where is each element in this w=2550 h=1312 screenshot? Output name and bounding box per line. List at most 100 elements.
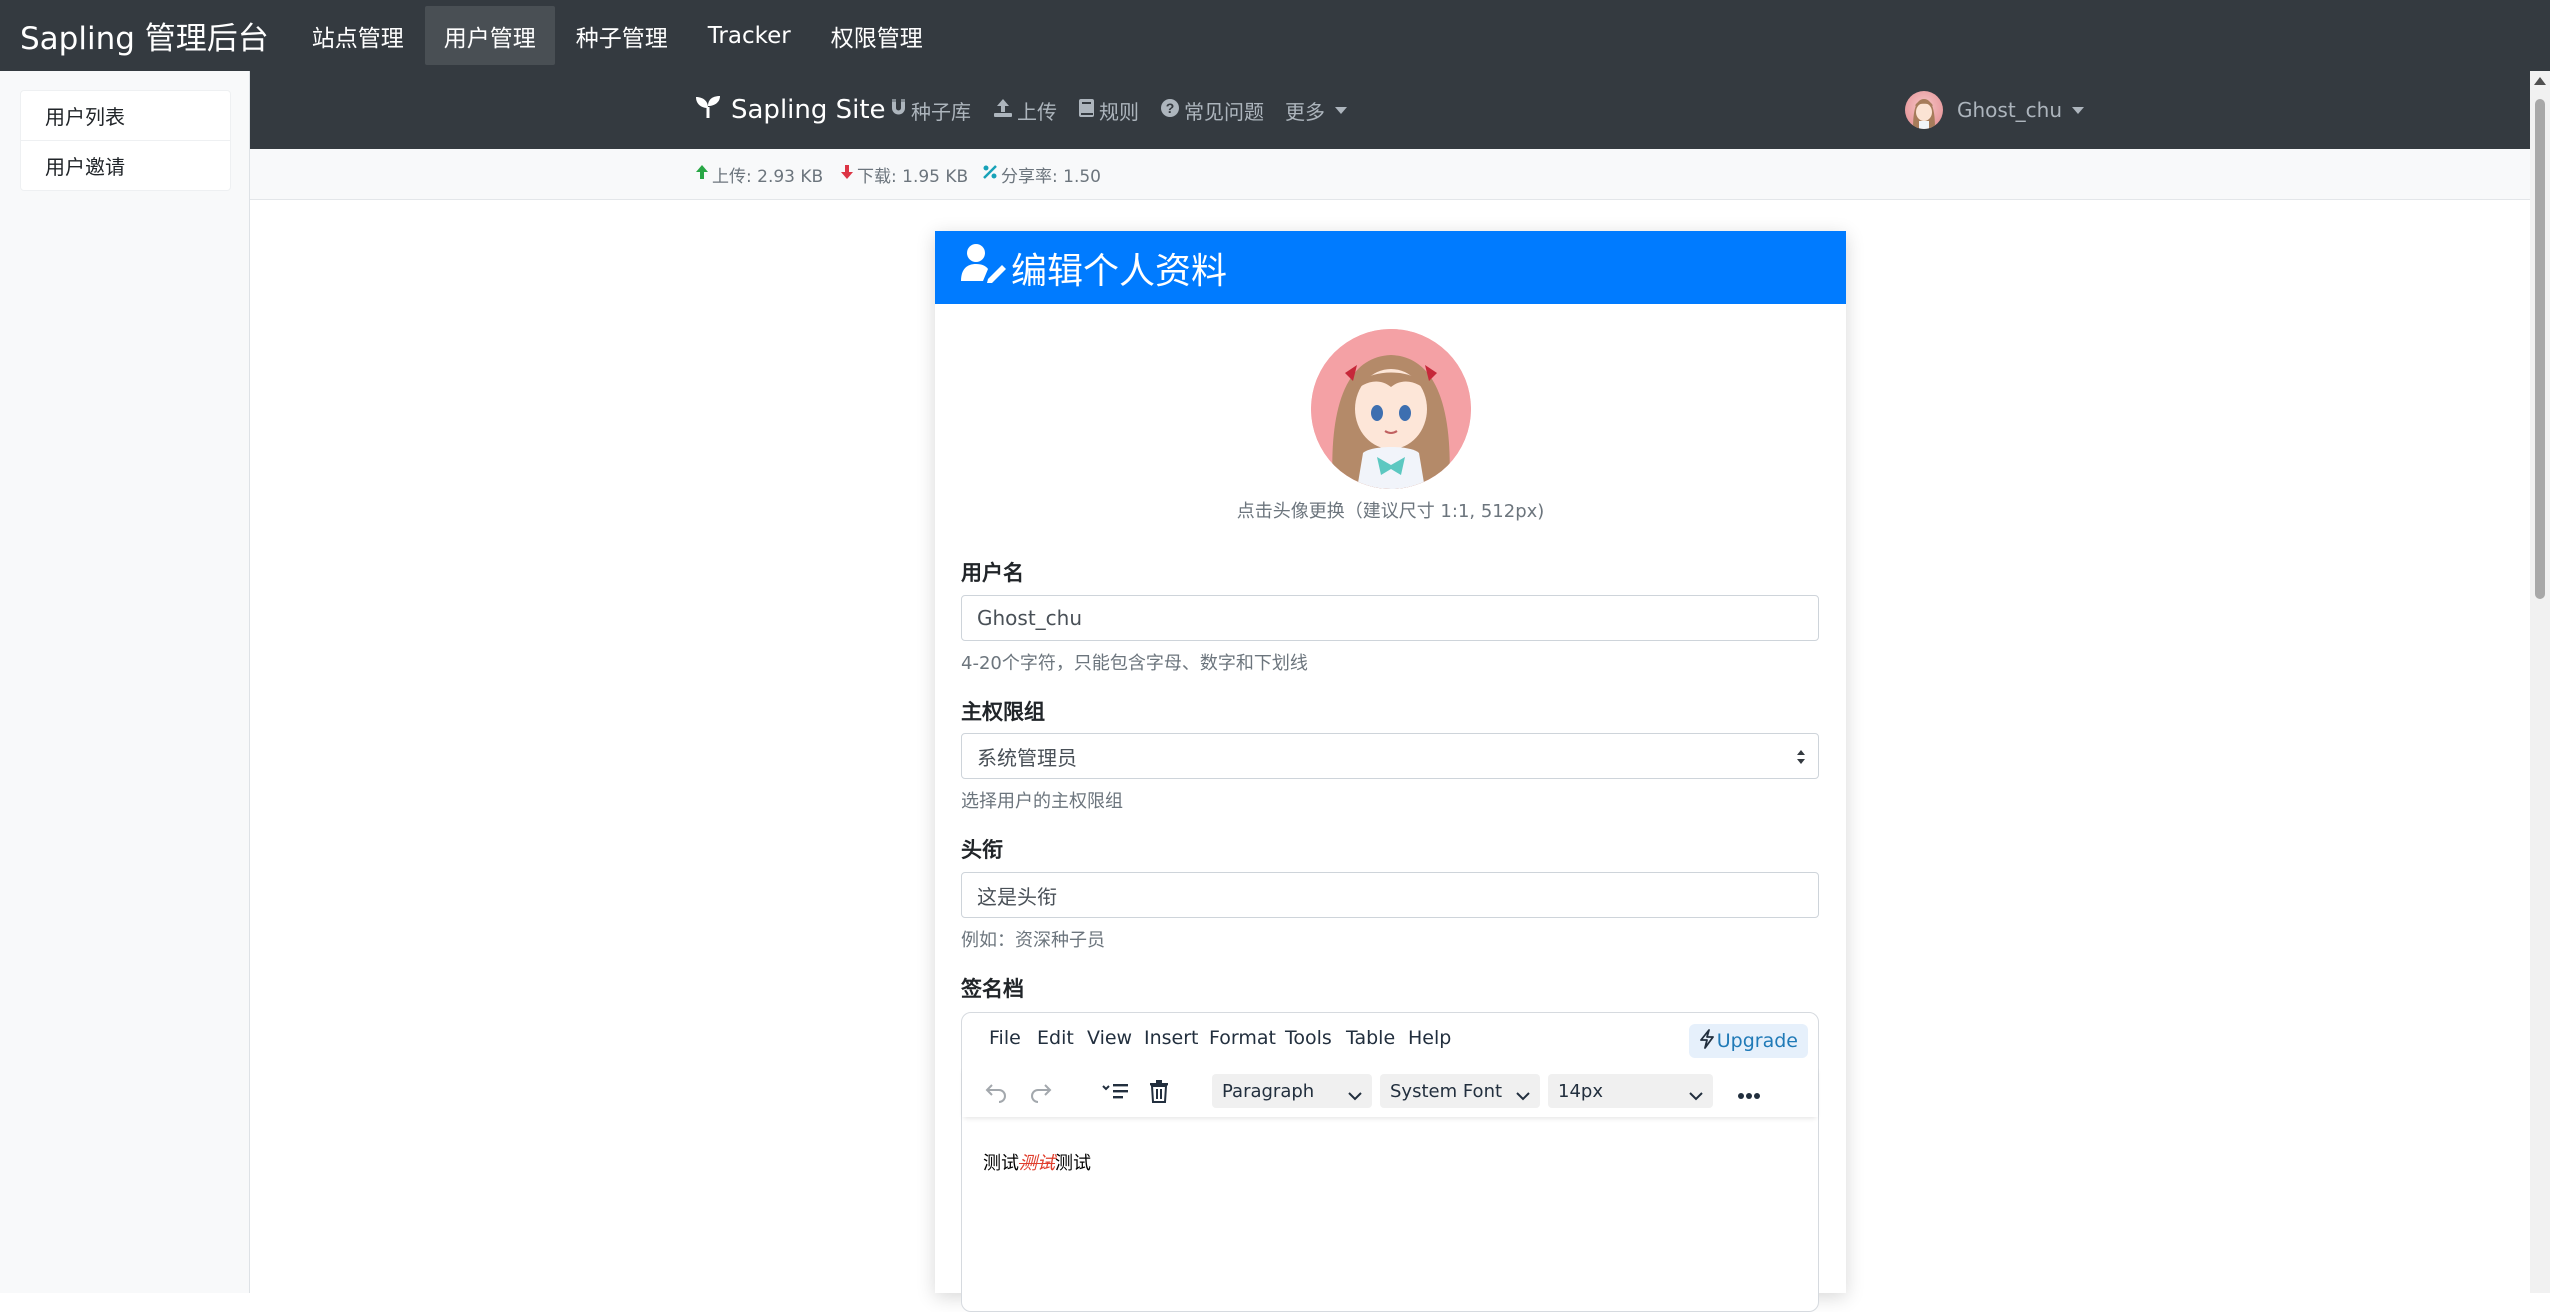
undo-icon[interactable] [984, 1079, 1008, 1107]
nav-rules-label: 规则 [1099, 99, 1139, 124]
caret-down-icon [1335, 106, 1347, 114]
menu-table[interactable]: Table [1346, 1027, 1395, 1049]
nav-tracker[interactable]: Tracker [689, 6, 810, 65]
scroll-up-arrow-icon[interactable] [2534, 77, 2546, 85]
upgrade-label: Upgrade [1716, 1030, 1798, 1052]
sidebar-list: 用户列表 用户邀请 [20, 90, 231, 191]
site-brand[interactable]: Sapling Site [695, 71, 886, 149]
arrow-up-icon [695, 164, 712, 185]
nav-torrent-management[interactable]: 种子管理 [557, 6, 687, 65]
percent-icon [982, 164, 1001, 185]
book-icon [1078, 98, 1099, 123]
username-input-value: Ghost_chu [977, 606, 1083, 630]
sidebar-item-user-invite[interactable]: 用户邀请 [21, 141, 230, 190]
title-input[interactable]: 这是头衔 [961, 872, 1819, 918]
chevron-down-icon [1348, 1085, 1362, 1106]
nav-faq[interactable]: ? 常见问题 [1160, 71, 1264, 149]
sapling-icon [695, 95, 731, 126]
content-text-styled: 测试 [1019, 1153, 1055, 1174]
group-label: 主权限组 [961, 700, 1045, 724]
content-text-before: 测试 [983, 1153, 1019, 1174]
nav-upload[interactable]: 上传 [993, 71, 1057, 149]
redo-icon[interactable] [1029, 1079, 1053, 1107]
arrow-down-icon [840, 164, 857, 185]
nav-rules[interactable]: 规则 [1078, 71, 1139, 149]
nav-upload-label: 上传 [1017, 99, 1057, 124]
nav-more-dropdown[interactable]: 更多 [1285, 71, 1347, 149]
menu-insert[interactable]: Insert [1144, 1027, 1199, 1049]
upload-stat: 上传: 2.93 KB [695, 149, 823, 199]
nav-faq-label: 常见问题 [1184, 99, 1264, 124]
more-options-icon[interactable] [1737, 1085, 1761, 1104]
edit-profile-card: 编辑个人资料 点击头像更换（建议尺寸 1:1, 512px) 用户名 Ghost… [935, 231, 1846, 1312]
nav-permission-management[interactable]: 权限管理 [812, 6, 942, 65]
username-help: 4-20个字符，只能包含字母、数字和下划线 [961, 653, 1308, 674]
block-format-select[interactable]: Paragraph [1212, 1074, 1372, 1108]
question-circle-icon: ? [1160, 98, 1184, 123]
sidebar-item-user-list[interactable]: 用户列表 [21, 91, 230, 141]
title-help: 例如：资深种子员 [961, 930, 1105, 951]
username-input[interactable]: Ghost_chu [961, 595, 1819, 641]
site-brand-label: Sapling Site [731, 95, 886, 125]
nav-torrents[interactable]: 种子库 [890, 71, 971, 149]
caret-down-icon [2072, 106, 2085, 114]
nav-user-management[interactable]: 用户管理 [424, 6, 555, 65]
admin-navbar: Sapling 管理后台 站点管理 用户管理 种子管理 Tracker 权限管理 [0, 0, 2550, 71]
title-input-value: 这是头衔 [977, 884, 1057, 909]
site-navbar: Sapling Site 种子库 上传 规则 ? 常见问题 更多 Ghost_c… [250, 71, 2530, 149]
upload-icon [993, 98, 1017, 123]
signature-editor: File Edit View Insert Format Tools Table… [961, 1012, 1819, 1312]
card-header: 编辑个人资料 [935, 231, 1846, 304]
trash-icon[interactable] [1148, 1079, 1170, 1107]
nav-site-management[interactable]: 站点管理 [293, 6, 423, 65]
nav-more-label: 更多 [1285, 99, 1325, 124]
user-stats-bar: 上传: 2.93 KB 下载: 1.95 KB 分享率: 1.50 [250, 149, 2530, 200]
font-size-value: 14px [1558, 1080, 1603, 1102]
block-format-value: Paragraph [1222, 1080, 1315, 1102]
username-label: Ghost_chu [1957, 98, 2063, 122]
content-text-after: 测试 [1055, 1153, 1091, 1174]
lightning-icon [1699, 1028, 1717, 1054]
chevron-down-icon [1689, 1085, 1703, 1106]
editor-menubar: File Edit View Insert Format Tools Table… [962, 1013, 1818, 1063]
magnet-icon [890, 98, 911, 122]
chevron-down-icon [1516, 1085, 1530, 1106]
menu-file[interactable]: File [989, 1027, 1021, 1049]
menu-view[interactable]: View [1087, 1027, 1132, 1049]
list-dropdown-icon[interactable] [1102, 1079, 1130, 1107]
user-menu-dropdown[interactable]: Ghost_chu [1905, 71, 2085, 149]
title-label: 头衔 [961, 838, 1003, 862]
download-stat-value: 下载: 1.95 KB [857, 166, 969, 187]
svg-text:?: ? [1166, 100, 1175, 116]
upgrade-button[interactable]: Upgrade [1688, 1024, 1808, 1058]
group-select-value: 系统管理员 [977, 745, 1077, 770]
editor-toolbar: Paragraph System Font 14px [962, 1065, 1818, 1117]
ratio-stat-value: 分享率: 1.50 [1001, 166, 1101, 187]
font-size-select[interactable]: 14px [1548, 1074, 1713, 1108]
scrollbar-thumb[interactable] [2535, 99, 2545, 599]
user-avatar [1905, 91, 1943, 129]
font-family-value: System Font [1390, 1080, 1503, 1102]
menu-help[interactable]: Help [1408, 1027, 1451, 1049]
group-help: 选择用户的主权限组 [961, 791, 1123, 812]
signature-label: 签名档 [961, 977, 1024, 1001]
sidebar: 用户列表 用户邀请 [0, 71, 250, 1293]
font-family-select[interactable]: System Font [1380, 1074, 1540, 1108]
page-scrollbar[interactable] [2530, 71, 2550, 1293]
username-label: 用户名 [961, 561, 1024, 585]
admin-brand[interactable]: Sapling 管理后台 [20, 13, 269, 58]
profile-avatar[interactable] [1311, 329, 1471, 489]
upload-stat-value: 上传: 2.93 KB [712, 166, 824, 187]
editor-content[interactable]: 测试测试测试 [983, 1149, 1091, 1175]
select-arrows-icon [1796, 747, 1806, 767]
ratio-stat: 分享率: 1.50 [982, 149, 1101, 199]
menu-edit[interactable]: Edit [1037, 1027, 1074, 1049]
avatar-hint: 点击头像更换（建议尺寸 1:1, 512px) [1236, 501, 1545, 522]
nav-torrents-label: 种子库 [911, 99, 971, 124]
card-title: 编辑个人资料 [1011, 250, 1228, 292]
menu-tools[interactable]: Tools [1285, 1027, 1332, 1049]
download-stat: 下载: 1.95 KB [840, 149, 968, 199]
menu-format[interactable]: Format [1209, 1027, 1276, 1049]
user-edit-icon [961, 243, 1011, 292]
group-select[interactable]: 系统管理员 [961, 733, 1819, 779]
